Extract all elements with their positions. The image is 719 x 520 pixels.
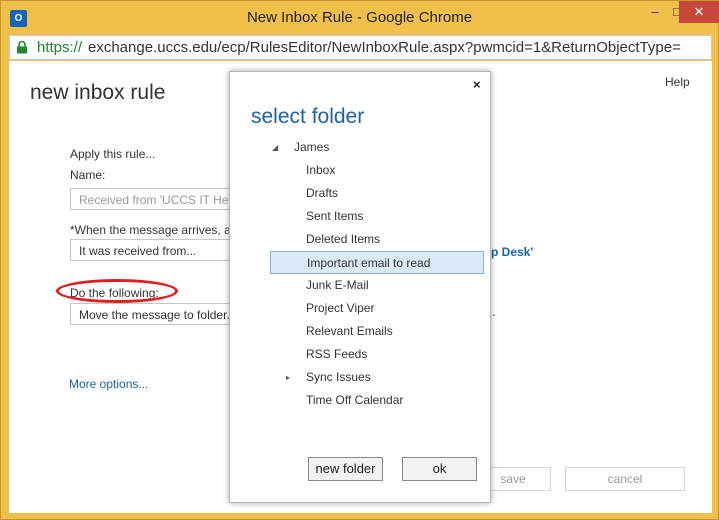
window-title: New Inbox Rule - Google Chrome: [246, 9, 473, 26]
folder-item[interactable]: Inbox: [270, 159, 484, 182]
folder-item[interactable]: RSS Feeds: [270, 343, 484, 366]
folder-label: RSS Feeds: [306, 347, 368, 361]
folder-label: Drafts: [306, 186, 339, 200]
folder-label: James: [294, 140, 330, 154]
cancel-button[interactable]: cancel: [565, 467, 685, 491]
action-dropdown[interactable]: Move the message to folder...: [70, 303, 240, 325]
sender-link[interactable]: p Desk': [491, 245, 533, 259]
folder-tree: ◢ James Inbox Drafts Sent Items Deleted Ite…: [270, 136, 484, 412]
browser-window: O New Inbox Rule - Google Chrome – □ ✕ h…: [0, 0, 719, 520]
collapsed-triangle-icon[interactable]: ▸: [286, 366, 290, 389]
folder-item[interactable]: Sent Items: [270, 205, 484, 228]
folder-label: Relevant Emails: [306, 324, 393, 338]
folder-item[interactable]: Drafts: [270, 182, 484, 205]
expanded-triangle-icon[interactable]: ◢: [272, 136, 278, 159]
new-folder-button[interactable]: new folder: [308, 457, 383, 481]
folder-label: Inbox: [306, 163, 336, 177]
folder-item[interactable]: ▸ Sync Issues: [270, 366, 484, 389]
select-folder-dialog: × select folder ◢ James Inbox Drafts Sent …: [229, 71, 491, 503]
folder-item[interactable]: Relevant Emails: [270, 320, 484, 343]
page-title: new inbox rule: [30, 81, 166, 104]
condition-dropdown[interactable]: It was received from...: [70, 239, 240, 261]
folder-label: Sent Items: [306, 209, 364, 223]
title-bar: O New Inbox Rule - Google Chrome – □ ✕: [1, 1, 719, 35]
when-label: *When the message arrives, and: [70, 223, 240, 237]
folder-label: Time Off Calendar: [306, 393, 404, 407]
name-field[interactable]: Received from 'UCCS IT Help: [70, 188, 240, 210]
url-path: exchange.uccs.edu/ecp/RulesEditor/NewInb…: [88, 39, 681, 56]
address-bar[interactable]: https:// exchange.uccs.edu/ecp/RulesEdit…: [9, 35, 712, 60]
close-icon[interactable]: ×: [473, 77, 481, 92]
folder-item[interactable]: Important email to read: [270, 251, 484, 274]
folder-item[interactable]: Project Viper: [270, 297, 484, 320]
apply-rule-label: Apply this rule...: [70, 147, 156, 161]
close-window-icon[interactable]: ✕: [679, 1, 719, 23]
dialog-title: select folder: [251, 105, 365, 128]
folder-label: Project Viper: [306, 301, 375, 315]
folder-item[interactable]: Time Off Calendar: [270, 389, 484, 412]
more-options-link[interactable]: More options...: [69, 377, 148, 391]
folder-label: Sync Issues: [306, 370, 371, 384]
help-link[interactable]: Help: [665, 75, 690, 89]
name-label: Name:: [70, 168, 106, 182]
folder-item[interactable]: Junk E-Mail: [270, 274, 484, 297]
red-circle-annotation: [56, 279, 178, 303]
folder-label: Junk E-Mail: [306, 278, 369, 292]
ok-button[interactable]: ok: [402, 457, 477, 481]
folder-item[interactable]: Deleted Items: [270, 228, 484, 251]
folder-label: Important email to read: [307, 256, 431, 270]
url-scheme: https://: [37, 39, 83, 56]
folder-label: Deleted Items: [306, 232, 381, 246]
tree-root-james[interactable]: ◢ James: [270, 136, 484, 159]
folder-list: Inbox Drafts Sent Items Deleted Items Import…: [270, 159, 484, 412]
lock-icon: [17, 41, 27, 54]
